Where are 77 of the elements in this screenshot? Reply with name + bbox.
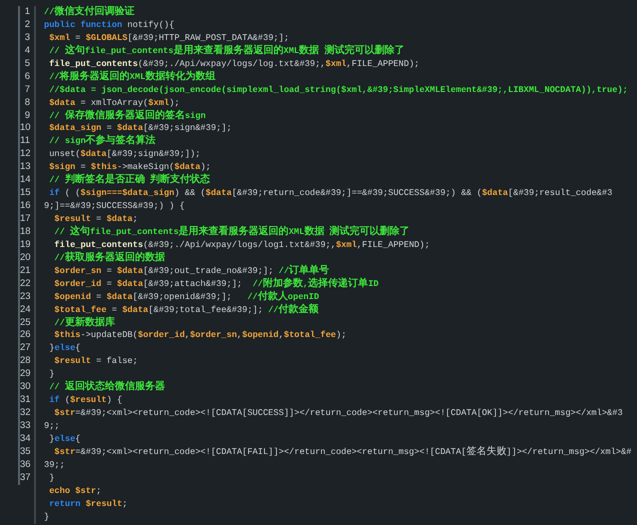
code-line: //微信支付回调验证 (44, 7, 134, 17)
line-number: 17 (18, 213, 34, 226)
code-line: $order_id = $data[&#39;attach&#39;]; //附加参数,选择传递订单ID (53, 278, 379, 289)
code-line: $str=&#39;<xml><return_code><![CDATA[SUCCESS]]></return_code><return_msg><![CDATA[OK]]></return_msg></xml>&#3 (53, 408, 623, 418)
code-line: 9;]==&#39;SUCCESS&#39;) ) { (44, 201, 185, 212)
line-number: 25 (18, 316, 34, 330)
line-number: 4 (18, 44, 34, 58)
line-number: 6 (18, 70, 34, 84)
line-number: 3 (18, 32, 34, 45)
line-number: 18 (18, 226, 34, 239)
code-line: //获取服务器返回的数据 (53, 252, 165, 263)
code-line: } (48, 472, 54, 483)
code-line: $data_sign = $data[&#39;sign&#39;]; (48, 123, 232, 134)
line-number: 35 (18, 446, 34, 459)
code-line: return $result; (48, 498, 128, 509)
code-line: $data = xmlToArray($xml); (48, 98, 180, 108)
line-number: 20 (18, 252, 34, 265)
code-line: 39;; (44, 460, 65, 470)
line-number: 21 (18, 264, 34, 278)
line-number: 15 (18, 187, 34, 200)
line-number: 13 (18, 161, 34, 174)
line-number: 10 (18, 122, 34, 136)
code-line: $sign = $this->makeSign($data); (48, 162, 211, 172)
line-number: 11 (18, 135, 34, 148)
code-line: // 判断签名是否正确 判断支付状态 (48, 175, 210, 186)
line-number: 34 (18, 432, 34, 446)
line-number: 29 (18, 368, 34, 382)
code-line: // 这句file_put_contents是用来查看服务器返回的XML数据 测试完可以删除了 (48, 46, 404, 56)
line-number: 1 (18, 6, 34, 19)
line-number: 27 (18, 342, 34, 356)
code-line: $openid = $data[&#39;openid&#39;]; //付款人openID (53, 292, 320, 302)
line-number: 14 (18, 174, 34, 188)
code-line: } (44, 512, 50, 522)
line-number: 24 (18, 304, 34, 316)
line-number: 9 (18, 110, 34, 122)
code-line: }else{ (48, 434, 81, 444)
line-number: 8 (18, 96, 34, 110)
code-line: file_put_contents(&#39;./Api/wxpay/logs/log1.txt&#39;,$xml,FILE_APPEND); (53, 240, 430, 250)
code-line: }else{ (48, 343, 81, 354)
line-number: 5 (18, 58, 34, 71)
code-line: $str=&#39;<xml><return_code><![CDATA[FAIL]]></return_code><return_msg><![CDATA[签名失败]]></return_msg></xml>&# (53, 446, 632, 457)
line-number: 19 (18, 238, 34, 252)
code-line: // 保存微信服务器返回的签名sign (48, 110, 206, 120)
code-line: $result = false; (53, 356, 138, 366)
code-line: 9;; (44, 421, 60, 431)
line-number: 26 (18, 329, 34, 342)
line-number: 7 (18, 84, 34, 97)
code-line: //$data = json_decode(json_encode(simplexml_load_string($xml,&#39;SimpleXMLElement&#39;,LIBXML_NOCDATA)),true); (48, 84, 628, 95)
code-line: //将服务器返回的XML数据转化为数组 (48, 72, 216, 82)
code-line: // 这句file_put_contents是用来查看服务器返回的XML数据 测试完可以删除了 (53, 226, 410, 237)
line-number: 30 (18, 381, 34, 394)
code-line: //更新数据库 (53, 318, 115, 328)
code-line: $result = $data; (53, 214, 138, 224)
line-number: 2 (18, 18, 34, 32)
code-line: $xml = $GLOBALS[&#39;HTTP_RAW_POST_DATA&#39;]; (48, 32, 290, 43)
code-line: if ($result) { (48, 395, 122, 406)
line-number: 37 (18, 472, 34, 485)
line-number: 33 (18, 420, 34, 433)
line-number: 12 (18, 148, 34, 162)
line-number: 23 (18, 290, 34, 304)
code-line: public function notify(){ (44, 20, 174, 30)
line-number: 28 (18, 355, 34, 368)
line-number: 36 (18, 458, 34, 472)
code-line: } (48, 369, 54, 380)
code-line: $order_sn = $data[&#39;out_trade_no&#39;]; //订单单号 (53, 266, 330, 276)
code-line: $total_fee = $data[&#39;total_fee&#39;]; //付款金额 (53, 304, 319, 315)
code-line: echo $str; (48, 486, 102, 496)
line-number: 32 (18, 407, 34, 420)
line-number: 31 (18, 394, 34, 408)
line-number: 16 (18, 200, 34, 213)
code-line: if ( ($sign===$data_sign) && ($data[&#39;return_code&#39;]==&#39;SUCCESS&#39;) && ($data[&#39;result_code&#3 (48, 188, 612, 198)
code-line: file_put_contents(&#39;./Api/wxpay/logs/log.txt&#39;,$xml,FILE_APPEND); (48, 58, 420, 69)
line-number: 22 (18, 278, 34, 291)
code-line: // sign不参与签名算法 (48, 136, 156, 146)
code-line: // 返回状态给微信服务器 (48, 382, 165, 392)
code-line: $this->updateDB($order_id,$order_sn,$openid,$total_fee); (53, 330, 346, 340)
code-line: unset($data[&#39;sign&#39;]); (48, 149, 200, 160)
